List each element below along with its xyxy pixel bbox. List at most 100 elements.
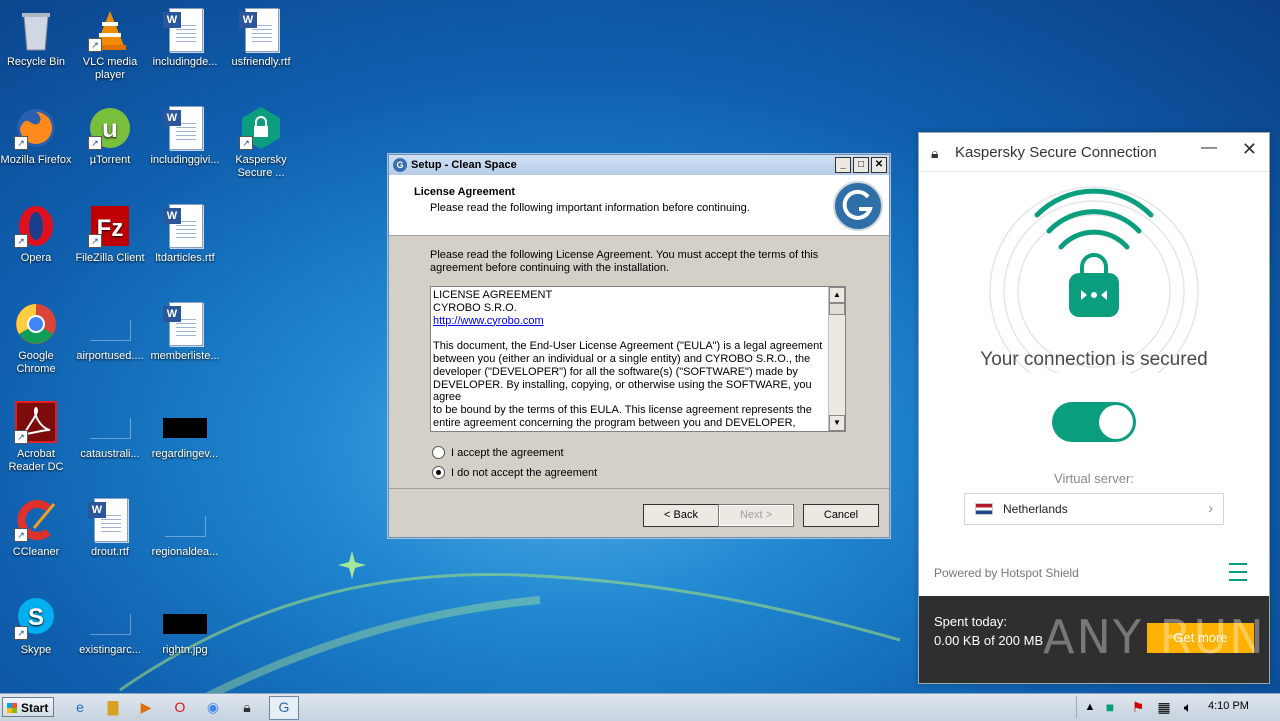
desktop-icon-label: cataustrali... <box>80 448 140 460</box>
file-explorer-icon[interactable]: ▇ <box>104 698 122 716</box>
start-button[interactable]: Start <box>2 697 54 717</box>
radio-button-accept[interactable] <box>432 446 445 459</box>
radio-accept-agreement[interactable]: I accept the agreement <box>432 446 564 459</box>
desktop-icon-label: VLC media player <box>82 56 138 81</box>
desktop-icon-ltdarticles[interactable]: W ltdarticles.rtf <box>148 204 222 265</box>
tray-expand-icon[interactable]: ▲ <box>1081 698 1099 716</box>
license-line: CYROBO S.R.O. <box>433 301 517 314</box>
tray-network-icon[interactable]: ▦ <box>1155 698 1173 716</box>
desktop-icon-cataustrali[interactable]: cataustrali... <box>73 400 147 461</box>
scroll-up-icon[interactable]: ▲ <box>829 287 845 303</box>
license-line: entire agreement concerning the program … <box>433 416 796 429</box>
desktop-icon-usfriendly[interactable]: W usfriendly.rtf <box>224 8 298 69</box>
connection-waves-graphic <box>989 186 1199 373</box>
shortcut-arrow-icon: ↗ <box>14 528 28 542</box>
setup-title-bar[interactable]: G Setup - Clean Space _ □ ✕ <box>389 155 889 175</box>
desktop-icon-label: Google Chrome <box>16 350 56 375</box>
radio-decline-agreement[interactable]: I do not accept the agreement <box>432 466 597 479</box>
kaspersky-icon: ↗ <box>239 106 283 150</box>
svg-text:u: u <box>102 113 118 143</box>
setup-taskbar-button[interactable]: G <box>269 696 299 720</box>
maximize-button[interactable]: □ <box>853 157 869 173</box>
page-subtitle: Please read the following important info… <box>430 202 750 214</box>
desktop-icon-regionaldea[interactable]: regionaldea... <box>148 498 222 559</box>
tray-volume-icon[interactable]: 🔈︎ <box>1179 698 1197 716</box>
next-button[interactable]: Next > <box>718 504 794 527</box>
desktop-icon-label: includinggivi... <box>150 154 220 166</box>
opera-taskbar-icon[interactable]: O <box>171 698 189 716</box>
close-button[interactable]: ✕ <box>1242 139 1257 160</box>
desktop-icon-acrobat[interactable]: ↗ Acrobat Reader DC <box>0 400 73 474</box>
desktop-icon-label: CCleaner <box>12 546 60 558</box>
firefox-icon: ↗ <box>14 106 58 150</box>
chrome-taskbar-icon[interactable]: ◉ <box>204 698 222 716</box>
recycle-bin-icon <box>14 8 58 52</box>
server-selector[interactable]: Netherlands › <box>964 493 1224 525</box>
desktop-icon-chrome[interactable]: Google Chrome <box>0 302 73 376</box>
blank-file-icon <box>88 596 132 640</box>
utorrent-icon: u ↗ <box>88 106 132 150</box>
desktop-icon-includingde[interactable]: W includingde... <box>148 8 222 69</box>
kaspersky-title: Kaspersky Secure Connection <box>955 144 1157 161</box>
tray-kaspersky-icon[interactable]: ■ <box>1101 698 1119 716</box>
netherlands-flag-icon <box>975 503 993 515</box>
radio-button-decline[interactable] <box>432 466 445 479</box>
word-document-icon: W <box>88 498 132 542</box>
desktop-icon-rightn[interactable]: rightn.jpg <box>148 596 222 657</box>
back-button[interactable]: < Back <box>643 504 719 527</box>
clean-space-logo-icon <box>833 181 883 231</box>
toggle-knob <box>1099 405 1133 439</box>
close-button[interactable]: ✕ <box>871 157 887 173</box>
desktop-icon-kaspersky[interactable]: ↗ Kaspersky Secure ... <box>224 106 298 180</box>
desktop-icon-includinggivi[interactable]: W includinggivi... <box>148 106 222 167</box>
desktop-icon-memberliste[interactable]: W memberliste... <box>148 302 222 363</box>
blank-file-icon <box>88 302 132 346</box>
desktop-icon-label: rightn.jpg <box>162 644 208 656</box>
desktop-icon-label: Skype <box>20 644 52 656</box>
menu-icon[interactable] <box>1229 563 1247 581</box>
kaspersky-title-bar[interactable]: 🔒︎ Kaspersky Secure Connection — ✕ <box>919 133 1269 172</box>
desktop-icon-label: Acrobat Reader DC <box>8 448 64 473</box>
cancel-button[interactable]: Cancel <box>803 504 879 527</box>
desktop-icon-vlc[interactable]: ↗ VLC media player <box>73 8 147 82</box>
connection-status: Your connection is secured <box>980 349 1208 370</box>
filezilla-icon: Fz ↗ <box>88 204 132 248</box>
desktop-icon-firefox[interactable]: ↗ Mozilla Firefox <box>0 106 73 167</box>
desktop-icon-airportused[interactable]: airportused.... <box>73 302 147 363</box>
internet-explorer-icon[interactable]: e <box>71 698 89 716</box>
desktop-icon-drout[interactable]: W drout.rtf <box>73 498 147 559</box>
word-document-icon: W <box>163 204 207 248</box>
desktop-icon-opera[interactable]: ↗ Opera <box>0 204 73 265</box>
desktop-icon-label: existingarc... <box>79 644 141 656</box>
vlc-icon: ↗ <box>88 8 132 52</box>
desktop-icon-skype[interactable]: S ↗ Skype <box>0 596 73 657</box>
media-player-icon[interactable]: ▶ <box>137 698 155 716</box>
virtual-server-label: Virtual server: <box>1054 471 1134 486</box>
desktop-icon-utorrent[interactable]: u ↗ µTorrent <box>73 106 147 167</box>
vpn-toggle[interactable] <box>1052 402 1136 442</box>
desktop-icon-label: Recycle Bin <box>6 56 66 68</box>
desktop-icon-existingarc[interactable]: existingarc... <box>73 596 147 657</box>
kaspersky-taskbar-icon[interactable]: 🔒︎ <box>238 698 256 716</box>
license-textbox[interactable]: LICENSE AGREEMENT CYROBO S.R.O. http://www… <box>430 286 846 432</box>
scroll-down-icon[interactable]: ▼ <box>829 415 845 431</box>
desktop-icon-recycle-bin[interactable]: Recycle Bin <box>0 8 73 69</box>
desktop-icon-filezilla[interactable]: Fz ↗ FileZilla Client <box>73 204 147 265</box>
desktop-icon-label: regionaldea... <box>151 546 219 558</box>
desktop-icon-label: µTorrent <box>89 154 131 166</box>
desktop-icon-label: drout.rtf <box>91 546 129 558</box>
license-line[interactable]: http://www.cyrobo.com <box>433 315 829 328</box>
license-line: developer ("DEVELOPER") for all the soft… <box>433 365 798 378</box>
chevron-right-icon: › <box>1208 500 1213 516</box>
blank-file-icon <box>88 400 132 444</box>
taskbar-clock[interactable]: 4:10 PM <box>1208 700 1249 712</box>
opera-icon: ↗ <box>14 204 58 248</box>
desktop-icon-ccleaner[interactable]: ↗ CCleaner <box>0 498 73 559</box>
scroll-thumb[interactable] <box>829 303 845 315</box>
minimize-button[interactable]: — <box>1201 139 1217 157</box>
license-scrollbar[interactable]: ▲ ▼ <box>828 287 845 431</box>
minimize-button[interactable]: _ <box>835 157 851 173</box>
tray-flag-icon[interactable]: ⚑ <box>1129 698 1147 716</box>
desktop-icon-label: includingde... <box>152 56 218 68</box>
desktop-icon-regardingev[interactable]: regardingev... <box>148 400 222 461</box>
